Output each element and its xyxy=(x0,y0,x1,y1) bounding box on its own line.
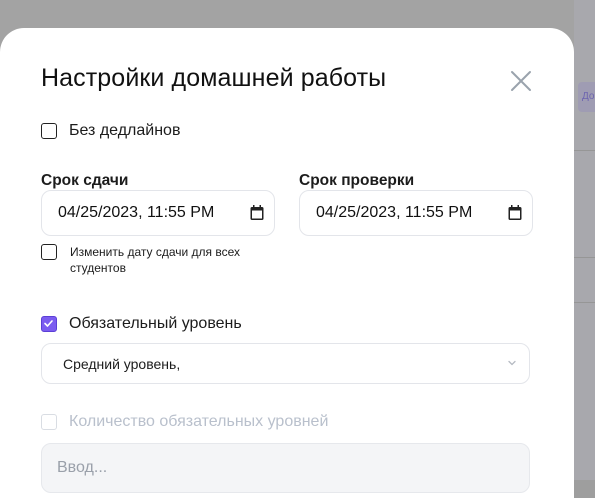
close-icon xyxy=(511,71,531,91)
chevron-down-icon xyxy=(508,360,516,366)
required-count-input[interactable] xyxy=(41,443,530,493)
required-count-option: Количество обязательных уровней xyxy=(41,413,328,431)
due-date-label: Срок сдачи xyxy=(41,172,129,189)
required-level-checkbox[interactable] xyxy=(41,316,57,332)
background-content-strip xyxy=(574,0,595,480)
review-date-label: Срок проверки xyxy=(299,172,415,189)
change-for-all-label: Изменить дату сдачи для всех студентов xyxy=(70,245,241,275)
review-date-input[interactable]: 04/25/2023, 11:55 PM xyxy=(299,190,533,236)
due-date-value: 04/25/2023, 11:55 PM xyxy=(58,204,215,221)
due-date-input[interactable]: 04/25/2023, 11:55 PM xyxy=(41,190,275,236)
required-level-label: Обязательный уровень xyxy=(69,315,242,332)
background-divider xyxy=(574,257,595,258)
change-for-all-option[interactable]: Изменить дату сдачи для всех студентов xyxy=(41,244,250,276)
checkmark-icon xyxy=(44,320,53,327)
review-date-value: 04/25/2023, 11:55 PM xyxy=(316,204,473,221)
required-level-option[interactable]: Обязательный уровень xyxy=(41,315,242,333)
required-count-checkbox xyxy=(41,414,57,430)
no-deadlines-checkbox[interactable] xyxy=(41,123,57,139)
calendar-icon[interactable] xyxy=(250,205,264,221)
modal-title: Настройки домашней работы xyxy=(41,64,387,92)
homework-settings-modal: Настройки домашней работы Без дедлайнов … xyxy=(0,28,574,498)
no-deadlines-label: Без дедлайнов xyxy=(69,122,181,139)
calendar-icon[interactable] xyxy=(508,205,522,221)
required-level-select[interactable]: Средний уровень, xyxy=(41,343,530,384)
background-divider xyxy=(574,302,595,303)
background-add-tag: Доба xyxy=(578,82,595,112)
close-button[interactable] xyxy=(509,69,533,93)
required-count-label: Количество обязательных уровней xyxy=(69,413,329,430)
change-for-all-checkbox[interactable] xyxy=(41,244,57,260)
no-deadlines-option[interactable]: Без дедлайнов xyxy=(41,122,180,140)
background-divider xyxy=(574,150,595,151)
required-level-selected-value: Средний уровень, xyxy=(63,355,181,372)
